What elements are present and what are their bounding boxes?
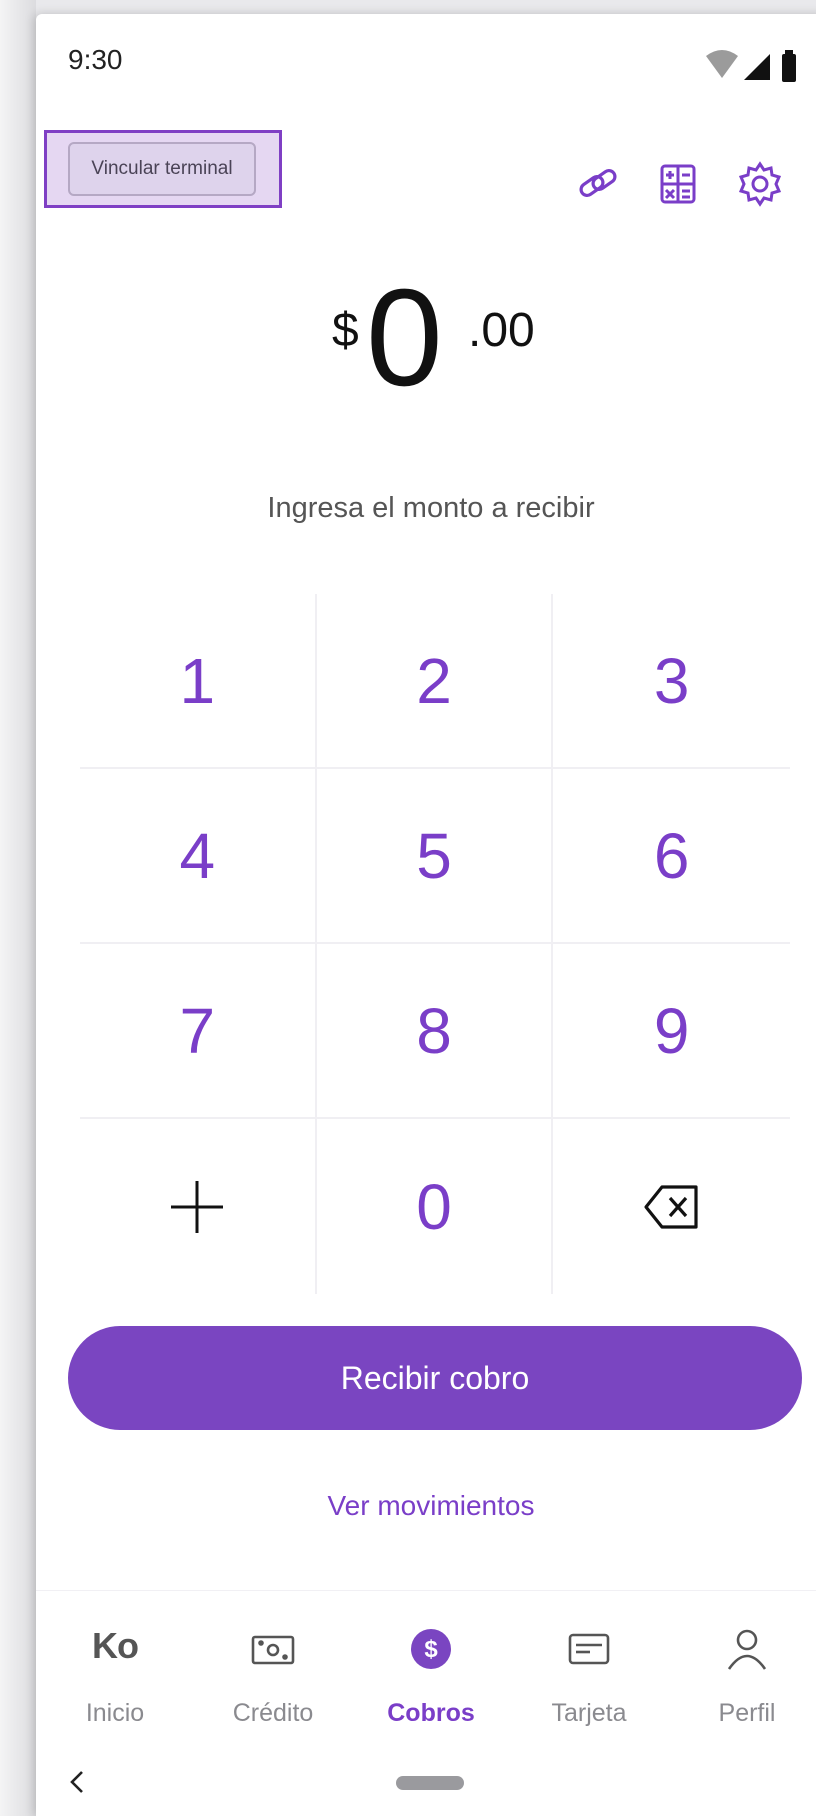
battery-icon [782, 54, 796, 82]
key-0[interactable]: 0 [317, 1119, 554, 1294]
nav-item-inicio[interactable]: Ko Inicio [36, 1591, 194, 1741]
nav-item-perfil[interactable]: Perfil [668, 1591, 816, 1741]
gear-icon[interactable] [736, 160, 784, 208]
nav-label-tarjeta: Tarjeta [551, 1699, 627, 1727]
key-6[interactable]: 6 [553, 769, 790, 944]
backspace-icon [644, 1184, 698, 1229]
nav-label-inicio: Inicio [85, 1699, 145, 1727]
amount-display: $ 0 .00 [36, 269, 816, 449]
numeric-keypad: 1 2 3 4 5 6 7 8 9 0 [80, 594, 790, 1294]
key-2[interactable]: 2 [316, 594, 554, 769]
plus-icon [171, 1180, 224, 1233]
key-7[interactable]: 7 [80, 944, 317, 1119]
nav-item-credito[interactable]: Crédito [194, 1591, 352, 1741]
link-terminal-button[interactable]: Vincular terminal [68, 142, 256, 196]
nav-item-cobros[interactable]: $ Cobros [352, 1591, 510, 1741]
amount-currency: $ [332, 304, 359, 357]
key-3[interactable]: 3 [553, 594, 790, 769]
signal-icon [744, 54, 770, 80]
view-movements-link[interactable]: Ver movimientos [36, 1490, 816, 1522]
dollar-icon: $ [407, 1625, 455, 1673]
user-icon [723, 1625, 771, 1673]
receive-payment-button[interactable]: Recibir cobro [68, 1326, 802, 1430]
key-1[interactable]: 1 [80, 594, 317, 769]
plus-key[interactable] [80, 1119, 317, 1294]
status-icons [706, 50, 796, 82]
amount-decimals: .00 [468, 304, 535, 357]
home-handle[interactable] [396, 1776, 464, 1790]
ko-logo-icon: Ko [92, 1625, 139, 1666]
amount-integer: 0 [366, 261, 443, 415]
phone-screen: 9:30 Vincular terminal $ 0 .00 Ingresa e… [36, 14, 816, 1816]
backspace-key[interactable] [553, 1119, 790, 1294]
card-icon [565, 1625, 613, 1673]
cash-icon [249, 1625, 297, 1673]
key-9[interactable]: 9 [553, 944, 790, 1119]
background-edge [0, 0, 36, 1816]
nav-item-tarjeta[interactable]: Tarjeta [510, 1591, 668, 1741]
key-5[interactable]: 5 [316, 769, 554, 944]
bottom-nav: Ko Inicio Crédito $ Cobros Tarjeta Perfi… [36, 1590, 816, 1741]
link-icon[interactable] [574, 160, 622, 208]
svg-text:$: $ [424, 1636, 438, 1663]
nav-label-credito: Crédito [232, 1699, 314, 1727]
status-time: 9:30 [68, 44, 123, 75]
nav-label-perfil: Perfil [718, 1699, 776, 1727]
nav-label-cobros: Cobros [387, 1699, 475, 1727]
back-icon[interactable] [64, 1768, 92, 1796]
amount-prompt: Ingresa el monto a recibir [267, 492, 595, 524]
wifi-icon [706, 50, 738, 78]
key-4[interactable]: 4 [80, 769, 317, 944]
calculator-icon[interactable] [654, 160, 702, 208]
key-8[interactable]: 8 [316, 944, 554, 1119]
